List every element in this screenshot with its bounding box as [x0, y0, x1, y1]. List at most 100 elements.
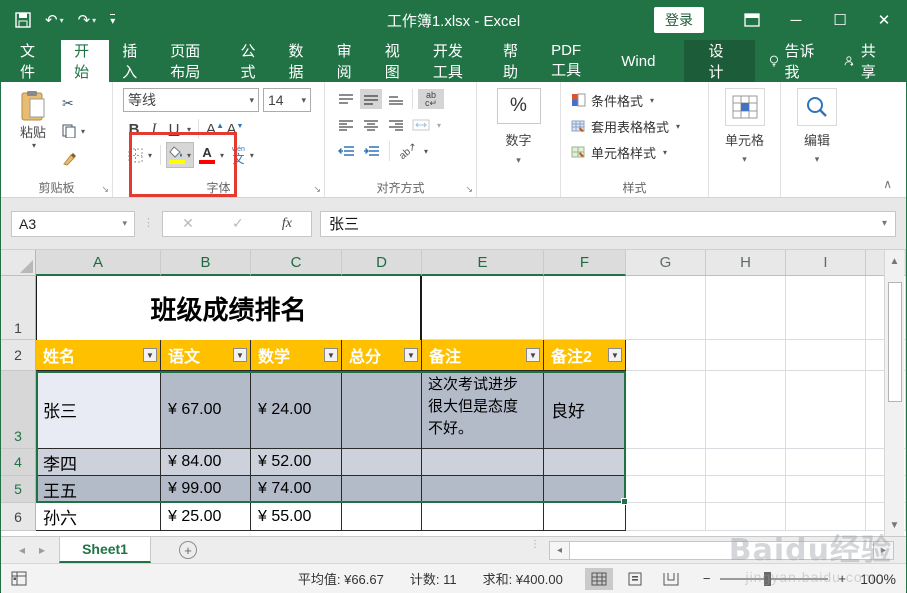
ribbon-display-options-icon[interactable]: [730, 13, 774, 27]
table-header-total[interactable]: 总分 ▼: [342, 340, 422, 371]
cell-h6[interactable]: [706, 503, 786, 531]
tab-view[interactable]: 视图: [372, 40, 420, 82]
copy-button[interactable]: ▾: [59, 120, 88, 142]
name-box[interactable]: A3 ▾: [11, 210, 135, 237]
confirm-entry-icon[interactable]: ✓: [232, 215, 244, 232]
phonetic-dropdown-icon[interactable]: ▾: [250, 151, 254, 160]
prev-sheet-icon[interactable]: ◂: [19, 543, 25, 557]
row-header-1[interactable]: 1: [1, 276, 36, 340]
font-color-dropdown-icon[interactable]: ▾: [220, 151, 224, 160]
expand-formula-bar-icon[interactable]: ▾: [882, 218, 887, 229]
font-color-button[interactable]: A ▾: [196, 144, 227, 166]
redo-button[interactable]: ↷ ▾: [78, 11, 97, 29]
column-header-d[interactable]: D: [342, 250, 422, 276]
font-dialog-launcher-icon[interactable]: ↘: [313, 184, 321, 195]
scroll-down-icon[interactable]: ▼: [885, 514, 904, 536]
new-sheet-button[interactable]: +: [178, 541, 197, 559]
editing-dropdown-icon[interactable]: ▾: [815, 154, 820, 165]
cell-i2[interactable]: [786, 340, 866, 371]
select-all-button[interactable]: [1, 250, 36, 276]
tab-developer[interactable]: 开发工具: [420, 40, 490, 82]
italic-button[interactable]: I: [145, 121, 163, 138]
formula-bar-resize-handle[interactable]: ⋮: [143, 218, 154, 229]
cell-d3[interactable]: [342, 371, 422, 449]
paste-dropdown-icon[interactable]: ▾: [32, 141, 36, 150]
fill-color-button[interactable]: ▾: [166, 142, 195, 168]
group-number[interactable]: % 数字 ▾: [477, 82, 561, 197]
borders-dropdown-icon[interactable]: ▾: [148, 151, 152, 160]
tab-formulas[interactable]: 公式: [227, 40, 275, 82]
cell-b4[interactable]: ¥ 84.00: [161, 449, 251, 476]
tab-page-layout[interactable]: 页面布局: [157, 40, 227, 82]
cell-g4[interactable]: [626, 449, 706, 476]
clipboard-dialog-launcher-icon[interactable]: ↘: [101, 184, 109, 195]
minimize-button[interactable]: ─: [774, 12, 818, 29]
tab-wind[interactable]: Wind: [608, 40, 668, 82]
cells-dropdown-icon[interactable]: ▾: [742, 154, 747, 165]
cell-b6[interactable]: ¥ 25.00: [161, 503, 251, 531]
align-left-icon[interactable]: [335, 115, 357, 135]
underline-button[interactable]: U: [165, 121, 183, 138]
cell-e1[interactable]: [422, 276, 544, 340]
tab-home[interactable]: 开始: [61, 40, 110, 82]
collapse-ribbon-icon[interactable]: ∧: [883, 177, 892, 191]
cell-f6[interactable]: [544, 503, 626, 531]
tab-pdf-tools[interactable]: PDF工具: [538, 40, 608, 82]
table-header-name[interactable]: 姓名 ▼: [36, 340, 161, 371]
cell-e6[interactable]: [422, 503, 544, 531]
cell-g6[interactable]: [626, 503, 706, 531]
zoom-out-icon[interactable]: −: [703, 571, 711, 586]
format-painter-button[interactable]: [59, 148, 88, 170]
column-header-g[interactable]: G: [626, 250, 706, 276]
maximize-button[interactable]: ☐: [818, 11, 862, 29]
decrease-font-button[interactable]: A▼: [226, 121, 244, 138]
redo-dropdown-icon[interactable]: ▾: [92, 16, 96, 25]
cell-h4[interactable]: [706, 449, 786, 476]
macro-record-icon[interactable]: [11, 571, 27, 586]
fill-color-dropdown-icon[interactable]: ▾: [187, 151, 191, 160]
merge-dropdown-icon[interactable]: ▾: [437, 121, 441, 130]
number-dropdown-icon[interactable]: ▾: [516, 155, 521, 166]
increase-indent-icon[interactable]: [360, 141, 382, 161]
align-center-icon[interactable]: [360, 115, 382, 135]
name-box-dropdown-icon[interactable]: ▾: [122, 218, 127, 229]
column-header-a[interactable]: A: [36, 250, 161, 276]
cell-b5[interactable]: ¥ 99.00: [161, 476, 251, 503]
cell-f5[interactable]: [544, 476, 626, 503]
active-cell-a3[interactable]: 张三: [36, 371, 161, 449]
copy-dropdown-icon[interactable]: ▾: [81, 127, 85, 136]
paste-button[interactable]: 粘贴 ▾: [7, 86, 59, 180]
vertical-scrollbar[interactable]: ▲ ▼: [884, 250, 904, 536]
format-as-table-button[interactable]: 套用表格格式 ▾: [567, 113, 702, 139]
merge-center-icon[interactable]: [410, 115, 432, 135]
font-name-combobox[interactable]: 等线 ▾: [123, 88, 259, 112]
cell-c3[interactable]: ¥ 24.00: [251, 371, 342, 449]
tab-data[interactable]: 数据: [276, 40, 324, 82]
cell-a6[interactable]: 孙六: [36, 503, 161, 531]
cell-i3[interactable]: [786, 371, 866, 449]
scroll-left-icon[interactable]: ◂: [550, 542, 569, 559]
vertical-scroll-thumb[interactable]: [887, 282, 902, 402]
column-header-h[interactable]: H: [706, 250, 786, 276]
cell-d6[interactable]: [342, 503, 422, 531]
normal-view-button[interactable]: [584, 567, 613, 590]
zoom-in-icon[interactable]: +: [838, 571, 846, 586]
tab-design[interactable]: 设计: [684, 40, 755, 82]
filter-dropdown-icon[interactable]: ▼: [608, 348, 622, 362]
horizontal-scrollbar[interactable]: ◂ ▸: [549, 541, 894, 560]
table-header-note2[interactable]: 备注2 ▼: [544, 340, 626, 371]
formula-input[interactable]: 张三 ▾: [320, 210, 896, 237]
table-header-chinese[interactable]: 语文 ▼: [161, 340, 251, 371]
cell-g5[interactable]: [626, 476, 706, 503]
cell-i1[interactable]: [786, 276, 866, 340]
cell-h1[interactable]: [706, 276, 786, 340]
row-header-5[interactable]: 5: [1, 476, 36, 503]
cell-g1[interactable]: [626, 276, 706, 340]
table-header-math[interactable]: 数学 ▼: [251, 340, 342, 371]
cell-b3[interactable]: ¥ 67.00: [161, 371, 251, 449]
undo-button[interactable]: ↶ ▾: [45, 11, 64, 29]
orientation-icon[interactable]: ab ↗: [393, 136, 423, 165]
cell-e4[interactable]: [422, 449, 544, 476]
alignment-dialog-launcher-icon[interactable]: ↘: [465, 184, 473, 195]
merged-title-cell[interactable]: 班级成绩排名: [36, 276, 422, 340]
